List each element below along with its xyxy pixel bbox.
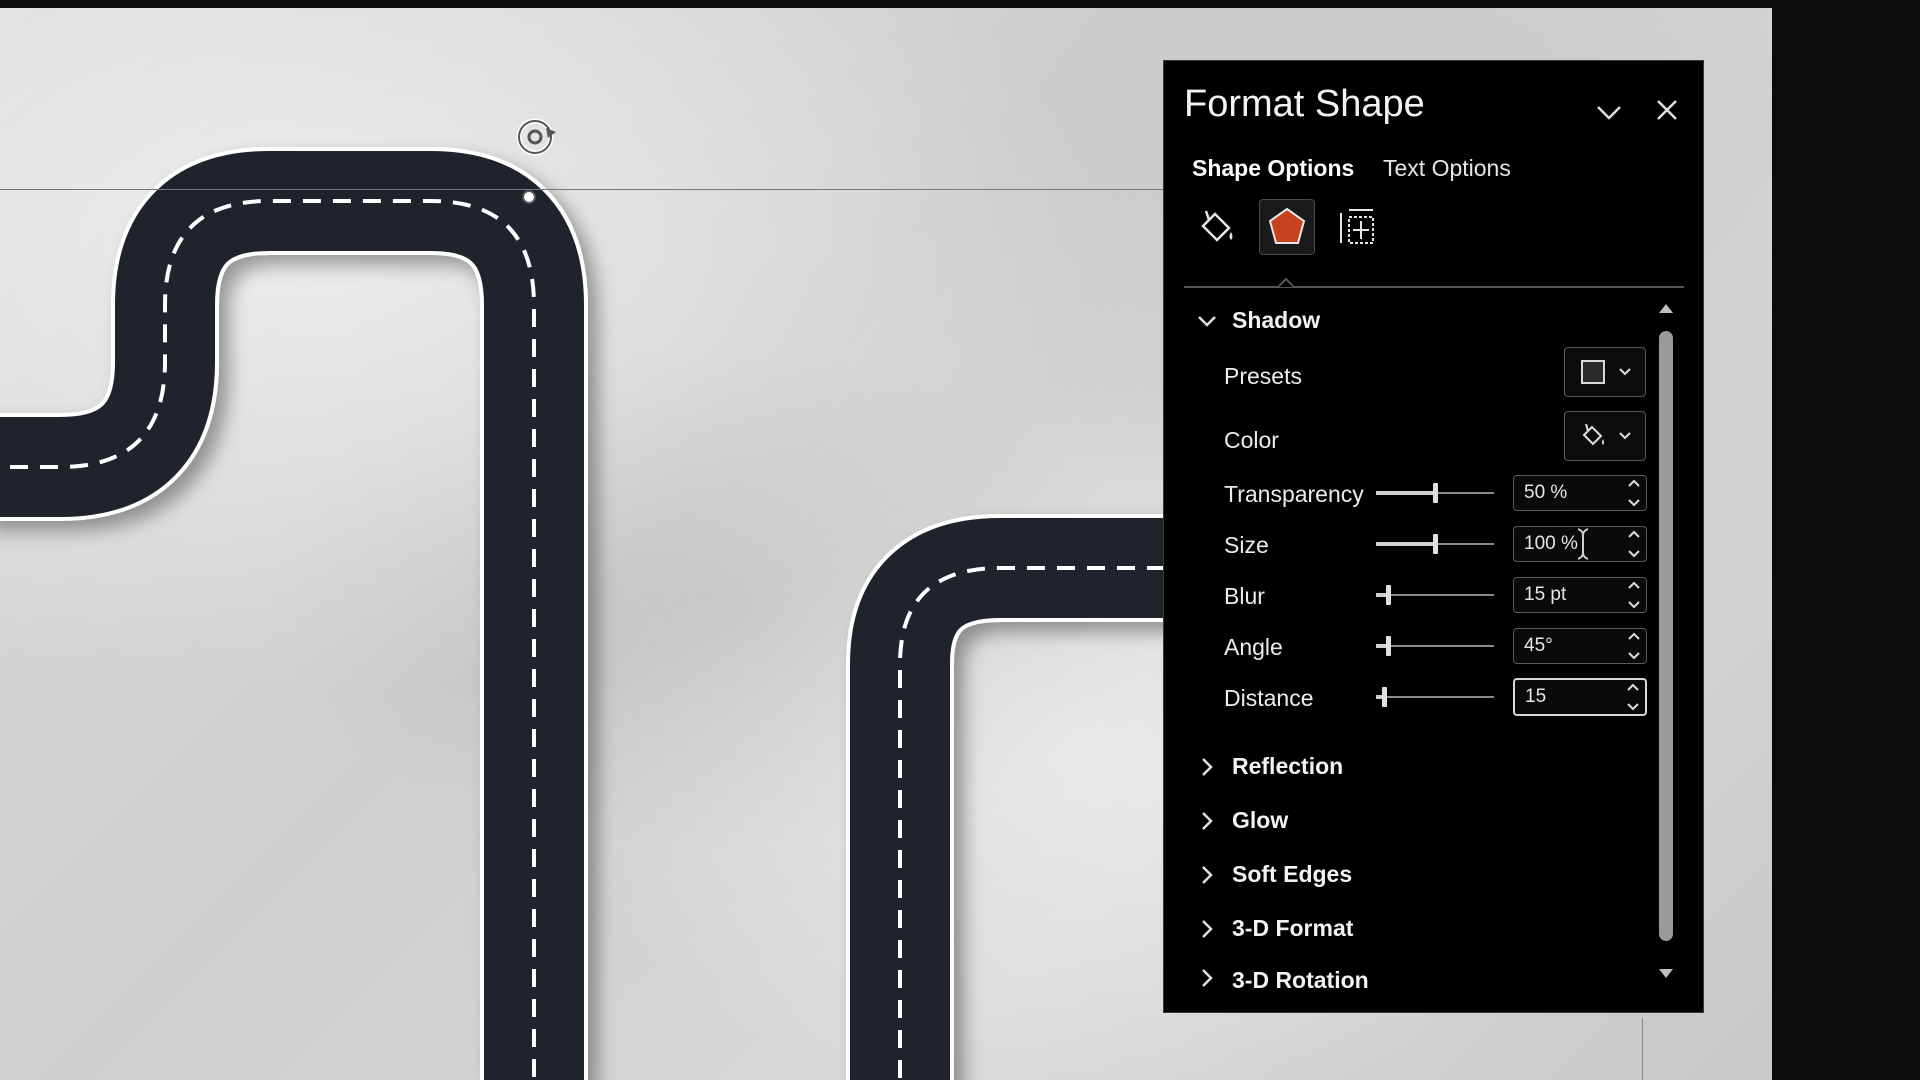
- blur-spinner[interactable]: 15 pt: [1513, 577, 1647, 613]
- distance-label: Distance: [1224, 685, 1314, 711]
- paint-bucket-icon: [1582, 423, 1604, 446]
- transparency-value[interactable]: 50 %: [1514, 482, 1622, 504]
- color-label: Color: [1224, 427, 1279, 453]
- size-value[interactable]: 100 %: [1514, 533, 1622, 555]
- scroll-down-icon[interactable]: [1658, 967, 1674, 981]
- effects-pentagon-icon: [1268, 207, 1306, 244]
- pane-scrollbar[interactable]: [1653, 301, 1679, 981]
- angle-spinner[interactable]: 45°: [1513, 628, 1647, 664]
- scroll-thumb[interactable]: [1659, 331, 1673, 941]
- rotate-handle-icon[interactable]: [512, 114, 558, 160]
- color-dropdown[interactable]: [1564, 411, 1646, 461]
- section-label: Glow: [1232, 807, 1289, 833]
- blur-slider[interactable]: [1376, 585, 1494, 605]
- slider-thumb[interactable]: [1382, 687, 1387, 707]
- size-spinner[interactable]: 100 %: [1513, 526, 1647, 562]
- section-3d-format[interactable]: 3-D Format: [1196, 915, 1353, 942]
- presets-label: Presets: [1224, 363, 1302, 389]
- scroll-up-icon[interactable]: [1658, 301, 1674, 315]
- section-label: 3-D Rotation: [1232, 967, 1369, 989]
- distance-value[interactable]: 15: [1515, 686, 1621, 708]
- transparency-label: Transparency: [1224, 481, 1364, 507]
- chevron-right-icon: [1202, 865, 1213, 884]
- fill-line-icon: [1201, 210, 1233, 242]
- text-cursor-icon: [1577, 528, 1589, 560]
- section-label: Shadow: [1232, 307, 1321, 333]
- chevron-right-icon: [1202, 969, 1213, 987]
- angle-value[interactable]: 45°: [1514, 635, 1622, 657]
- chevron-down-icon: [1198, 315, 1216, 327]
- distance-spinner[interactable]: 15: [1513, 678, 1647, 716]
- size-slider[interactable]: [1376, 534, 1494, 554]
- presets-dropdown[interactable]: [1564, 347, 1646, 397]
- tab-shape-options[interactable]: Shape Options: [1192, 155, 1354, 182]
- spin-down-icon[interactable]: [1627, 600, 1641, 610]
- shadow-preset-icon: [1580, 360, 1605, 384]
- tab-pointer-icon: [1278, 277, 1294, 288]
- fill-line-button[interactable]: [1188, 199, 1244, 255]
- section-reflection[interactable]: Reflection: [1196, 753, 1343, 780]
- angle-slider[interactable]: [1376, 636, 1494, 656]
- section-shadow[interactable]: Shadow: [1196, 307, 1320, 334]
- size-properties-icon: [1340, 209, 1374, 244]
- spin-up-icon[interactable]: [1627, 529, 1641, 539]
- tab-text-options[interactable]: Text Options: [1383, 155, 1511, 182]
- angle-label: Angle: [1224, 634, 1283, 660]
- chevron-right-icon: [1202, 757, 1213, 776]
- format-shape-pane: Format Shape Shape Options Text Options: [1163, 60, 1704, 1013]
- section-label: Soft Edges: [1232, 861, 1353, 887]
- section-glow[interactable]: Glow: [1196, 807, 1288, 834]
- size-properties-button[interactable]: [1330, 199, 1386, 255]
- pane-title: Format Shape: [1184, 83, 1425, 125]
- transparency-slider[interactable]: [1376, 483, 1494, 503]
- chevron-down-icon: [1618, 368, 1631, 376]
- tab-divider: [1184, 286, 1684, 288]
- slider-thumb[interactable]: [1433, 534, 1438, 554]
- chevron-right-icon: [1202, 919, 1213, 938]
- resize-handle[interactable]: [522, 190, 536, 204]
- spin-down-icon[interactable]: [1627, 651, 1641, 661]
- chevron-down-icon: [1618, 432, 1631, 440]
- size-label: Size: [1224, 532, 1269, 558]
- blur-label: Blur: [1224, 583, 1265, 609]
- spin-up-icon[interactable]: [1626, 682, 1640, 692]
- close-icon[interactable]: [1650, 93, 1684, 127]
- chevron-down-icon[interactable]: [1592, 95, 1626, 129]
- blur-value[interactable]: 15 pt: [1514, 584, 1622, 606]
- section-label: 3-D Format: [1232, 915, 1354, 941]
- spin-down-icon[interactable]: [1626, 702, 1640, 712]
- spin-up-icon[interactable]: [1627, 580, 1641, 590]
- spin-up-icon[interactable]: [1627, 478, 1641, 488]
- spin-down-icon[interactable]: [1627, 498, 1641, 508]
- slider-thumb[interactable]: [1433, 483, 1438, 503]
- chevron-right-icon: [1202, 811, 1213, 830]
- section-3d-rotation[interactable]: 3-D Rotation: [1196, 967, 1369, 989]
- slider-thumb[interactable]: [1386, 585, 1391, 605]
- transparency-spinner[interactable]: 50 %: [1513, 475, 1647, 511]
- section-soft-edges[interactable]: Soft Edges: [1196, 861, 1352, 888]
- spin-up-icon[interactable]: [1627, 631, 1641, 641]
- distance-slider[interactable]: [1376, 687, 1494, 707]
- guide-line: [1642, 1018, 1643, 1080]
- slider-thumb[interactable]: [1386, 636, 1391, 656]
- spin-down-icon[interactable]: [1627, 549, 1641, 559]
- section-label: Reflection: [1232, 753, 1344, 779]
- selection-border: [0, 189, 1165, 190]
- effects-button[interactable]: [1259, 199, 1315, 255]
